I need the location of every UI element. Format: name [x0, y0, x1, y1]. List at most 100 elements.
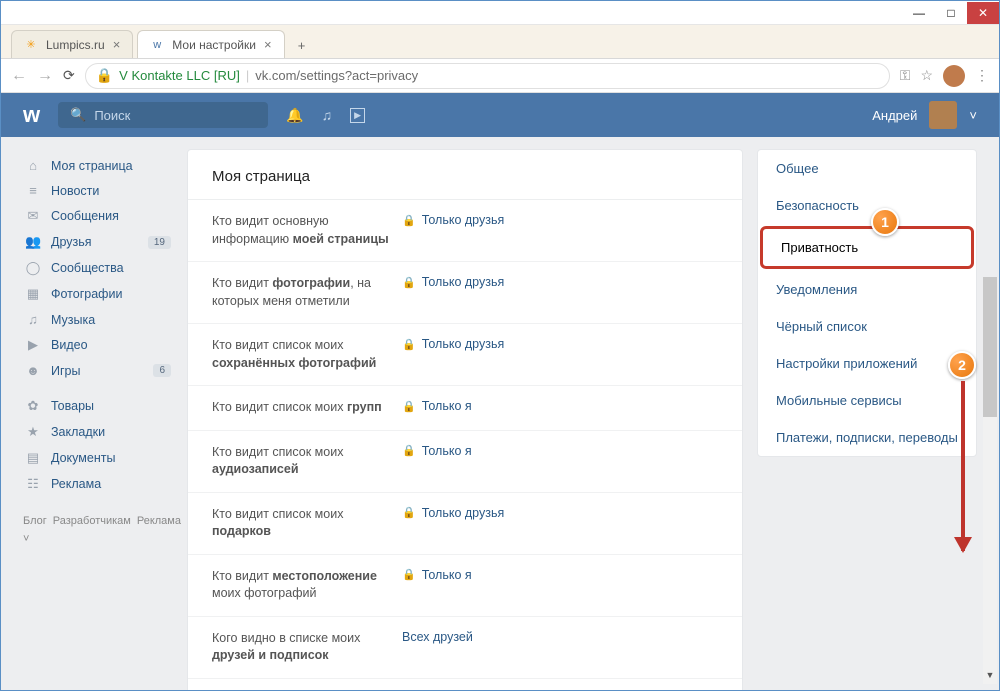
star-icon[interactable]: ☆	[920, 67, 933, 84]
browser-tabstrip: ✳ Lumpics.ru ×w Мои настройки ×+	[1, 25, 999, 59]
footer-link[interactable]: Реклама	[137, 515, 181, 527]
setting-label: Кто видит основную информацию моей стран…	[212, 213, 402, 248]
settings-tab[interactable]: Общее	[758, 150, 976, 187]
setting-value[interactable]: 🔒 Только друзья	[402, 337, 504, 351]
setting-value[interactable]: 🔒 Только друзья	[402, 506, 504, 520]
settings-tab[interactable]: Чёрный список	[758, 308, 976, 345]
settings-tab[interactable]: Настройки приложений	[758, 345, 976, 382]
nav-forward-icon[interactable]: →	[37, 67, 53, 85]
sidebar-item[interactable]: ★ Закладки	[23, 419, 173, 445]
annotation-arrow	[961, 381, 965, 551]
vk-user-name: Андрей	[872, 108, 917, 123]
url-input[interactable]: 🔒 V Kontakte LLC [RU] | vk.com/settings?…	[85, 63, 890, 89]
settings-card: Моя страница Кто видит основную информац…	[187, 149, 743, 690]
setting-value[interactable]: 🔒 Только я	[402, 444, 472, 458]
browser-tab[interactable]: w Мои настройки ×	[137, 30, 284, 58]
reload-icon[interactable]: ⟳	[63, 67, 75, 84]
window-titlebar: — □ ✕	[1, 1, 999, 25]
settings-tab[interactable]: Платежи, подписки, переводы	[758, 419, 976, 456]
sidebar-item[interactable]: ◯ Сообщества	[23, 255, 173, 281]
setting-label: Кто видит местоположение моих фотографий	[212, 568, 402, 603]
lock-icon: 🔒	[402, 506, 416, 519]
counter-badge: 19	[148, 236, 171, 249]
settings-tab[interactable]: Безопасность	[758, 187, 976, 224]
nav-icon: ☷	[25, 476, 41, 492]
browser-tab[interactable]: ✳ Lumpics.ru ×	[11, 30, 133, 58]
new-tab-button[interactable]: +	[289, 32, 315, 58]
window-minimize[interactable]: —	[903, 2, 935, 24]
avatar	[929, 101, 957, 129]
search-placeholder: Поиск	[94, 108, 130, 123]
nav-icon: ✉	[25, 208, 41, 224]
sidebar-item[interactable]: ▦ Фотографии	[23, 281, 173, 307]
nav-back-icon[interactable]: ←	[11, 67, 27, 85]
tab-close-icon[interactable]: ×	[264, 37, 272, 52]
sidebar-item-label: Документы	[51, 451, 115, 465]
vk-user-menu[interactable]: Андрей ˅	[872, 101, 977, 129]
nav-icon: ★	[25, 424, 41, 440]
vk-search-input[interactable]: 🔍 Поиск	[58, 102, 268, 128]
sidebar-item[interactable]: ♫ Музыка	[23, 307, 173, 332]
sidebar-item[interactable]: ≡ Новости	[23, 178, 173, 203]
sidebar-item-label: Сообщения	[51, 209, 119, 223]
setting-value[interactable]: 🔒 Только друзья	[402, 213, 504, 227]
lock-icon: 🔒	[402, 338, 416, 351]
sidebar-item[interactable]: 👥 Друзья 19	[23, 229, 173, 255]
nav-icon: 👥	[25, 234, 41, 250]
settings-tab[interactable]: Уведомления⚙	[758, 271, 976, 308]
window-close[interactable]: ✕	[967, 2, 999, 24]
setting-value[interactable]: 🔒 Только друзья	[402, 275, 504, 289]
bell-icon[interactable]: 🔔	[286, 107, 303, 124]
search-icon: 🔍	[70, 107, 86, 123]
window-maximize[interactable]: □	[935, 2, 967, 24]
favicon-icon: w	[150, 38, 164, 52]
sidebar-item-label: Закладки	[51, 425, 105, 439]
footer-link[interactable]: Разработчикам	[53, 515, 131, 527]
scroll-down-icon[interactable]: ▼	[983, 670, 997, 684]
key-icon[interactable]: ⚿	[900, 67, 911, 84]
nav-icon: ▶	[25, 337, 41, 353]
sidebar-item[interactable]: ✿ Товары	[23, 393, 173, 419]
setting-row: Кто видит список моих подарков 🔒 Только …	[188, 493, 742, 555]
counter-badge: 6	[153, 364, 171, 377]
annotation-badge-2: 2	[948, 351, 976, 379]
setting-row: Кто видит местоположение моих фотографий…	[188, 555, 742, 617]
scrollbar[interactable]: ▼	[983, 277, 997, 684]
lock-icon: 🔒	[402, 568, 416, 581]
menu-icon[interactable]: ⋮	[975, 67, 989, 84]
setting-row: Кто видит список моих сохранённых фотогр…	[188, 324, 742, 386]
setting-label: Кто видит список моих аудиозаписей	[212, 444, 402, 479]
scroll-thumb[interactable]	[983, 277, 997, 417]
setting-row: Кто видит основную информацию моей стран…	[188, 200, 742, 262]
sidebar-item-label: Фотографии	[51, 287, 122, 301]
sidebar-item[interactable]: ▤ Документы	[23, 445, 173, 471]
setting-value[interactable]: 🔒 Только я	[402, 399, 472, 413]
sidebar-item[interactable]: ☷ Реклама	[23, 471, 173, 497]
page-title: Моя страница	[188, 150, 742, 200]
tab-close-icon[interactable]: ×	[113, 37, 121, 52]
sidebar-item[interactable]: ▶ Видео	[23, 332, 173, 358]
sidebar-item-label: Игры	[51, 364, 80, 378]
footer-link[interactable]: Блог	[23, 515, 47, 527]
settings-tab-privacy[interactable]: Приватность	[760, 226, 974, 269]
lock-icon: 🔒	[402, 400, 416, 413]
nav-icon: ⌂	[25, 158, 41, 173]
vk-logo-icon[interactable]: w	[23, 102, 40, 128]
tab-title: Мои настройки	[172, 38, 256, 52]
play-icon[interactable]: ▶	[350, 108, 365, 123]
setting-value[interactable]: Всех друзей	[402, 630, 473, 644]
setting-label: Кто видит список моих сохранённых фотогр…	[212, 337, 402, 372]
music-icon[interactable]: ♫	[322, 107, 333, 123]
setting-row: Кто видит список моих аудиозаписей 🔒 Тол…	[188, 431, 742, 493]
settings-tab[interactable]: Мобильные сервисы	[758, 382, 976, 419]
sidebar-item[interactable]: ✉ Сообщения	[23, 203, 173, 229]
sidebar-item[interactable]: ⌂ Моя страница	[23, 153, 173, 178]
profile-avatar-icon[interactable]	[943, 65, 965, 87]
browser-addressbar: ← → ⟳ 🔒 V Kontakte LLC [RU] | vk.com/set…	[1, 59, 999, 93]
annotation-badge-1: 1	[871, 208, 899, 236]
setting-row: Кто видит фотографии, на которых меня от…	[188, 262, 742, 324]
setting-row: Кто видит список моих групп 🔒 Только я	[188, 386, 742, 431]
nav-icon: ☻	[25, 363, 41, 378]
setting-value[interactable]: 🔒 Только я	[402, 568, 472, 582]
sidebar-item[interactable]: ☻ Игры 6	[23, 358, 173, 383]
